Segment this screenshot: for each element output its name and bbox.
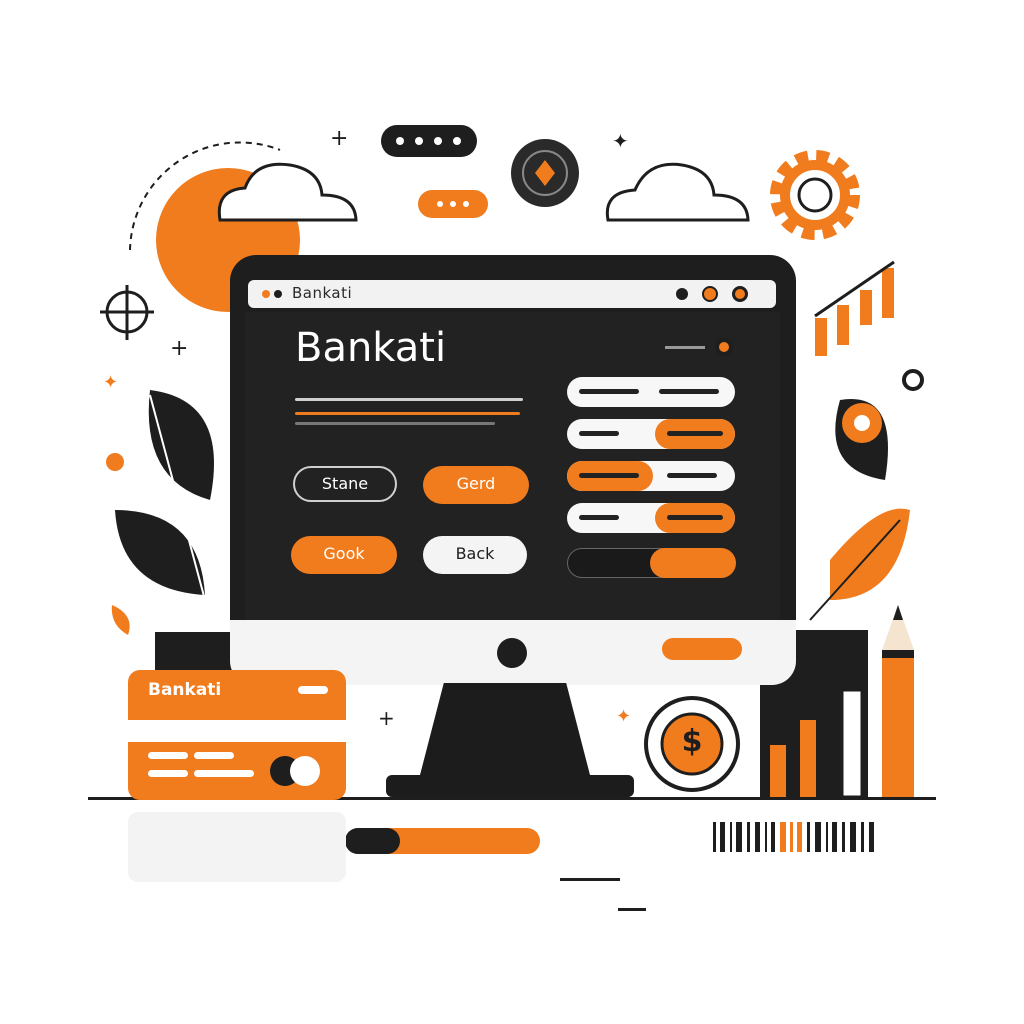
back-button[interactable]: Back bbox=[423, 536, 527, 574]
coin-symbol: $ bbox=[681, 724, 703, 759]
bank-card[interactable]: Bankati bbox=[128, 670, 346, 800]
card-stripe bbox=[128, 720, 346, 742]
window-titlebar: Bankati bbox=[248, 280, 776, 308]
window-title: Bankati bbox=[292, 284, 353, 302]
form-field[interactable] bbox=[567, 377, 735, 407]
stane-button[interactable]: Stane bbox=[293, 466, 397, 502]
plus-sparkle: + bbox=[330, 126, 348, 151]
plus-sparkle: ✦ bbox=[103, 372, 118, 393]
settings-dot-icon[interactable] bbox=[715, 338, 733, 356]
monitor-base bbox=[386, 775, 634, 797]
divider bbox=[295, 412, 520, 415]
divider bbox=[665, 346, 705, 349]
leaf-icon bbox=[148, 390, 214, 500]
form-field[interactable] bbox=[567, 548, 736, 578]
crosshair-icon bbox=[100, 285, 154, 340]
divider bbox=[295, 422, 495, 425]
window-dot bbox=[262, 290, 270, 298]
gerd-button[interactable]: Gerd bbox=[423, 466, 529, 504]
monitor-stand bbox=[420, 683, 590, 775]
plus-sparkle: + bbox=[378, 706, 395, 730]
divider bbox=[295, 398, 523, 401]
cloud-icon bbox=[605, 162, 750, 222]
bar-chart-icon bbox=[815, 268, 894, 356]
barcode-icon bbox=[713, 822, 874, 852]
camera-dot bbox=[497, 638, 527, 668]
window-control-icon[interactable] bbox=[676, 288, 688, 300]
pencil-icon bbox=[882, 605, 914, 800]
gook-button[interactable]: Gook bbox=[291, 536, 397, 574]
plus-sparkle: + bbox=[170, 336, 188, 361]
form-field[interactable] bbox=[567, 461, 735, 491]
form-field[interactable] bbox=[567, 419, 735, 449]
chin-button[interactable] bbox=[662, 638, 742, 660]
plus-sparkle: ✦ bbox=[616, 706, 631, 727]
form-field[interactable] bbox=[567, 503, 735, 533]
card-mark bbox=[298, 686, 328, 694]
plus-sparkle: ✦ bbox=[612, 129, 629, 153]
window-dot bbox=[274, 290, 282, 298]
card-chip-icon bbox=[290, 756, 320, 786]
close-icon[interactable] bbox=[732, 286, 748, 302]
card-name: Bankati bbox=[148, 680, 222, 700]
brand-title: Bankati bbox=[295, 325, 447, 371]
gear-icon bbox=[770, 150, 860, 240]
minimize-icon[interactable] bbox=[702, 286, 718, 302]
dots-pill bbox=[381, 125, 477, 157]
